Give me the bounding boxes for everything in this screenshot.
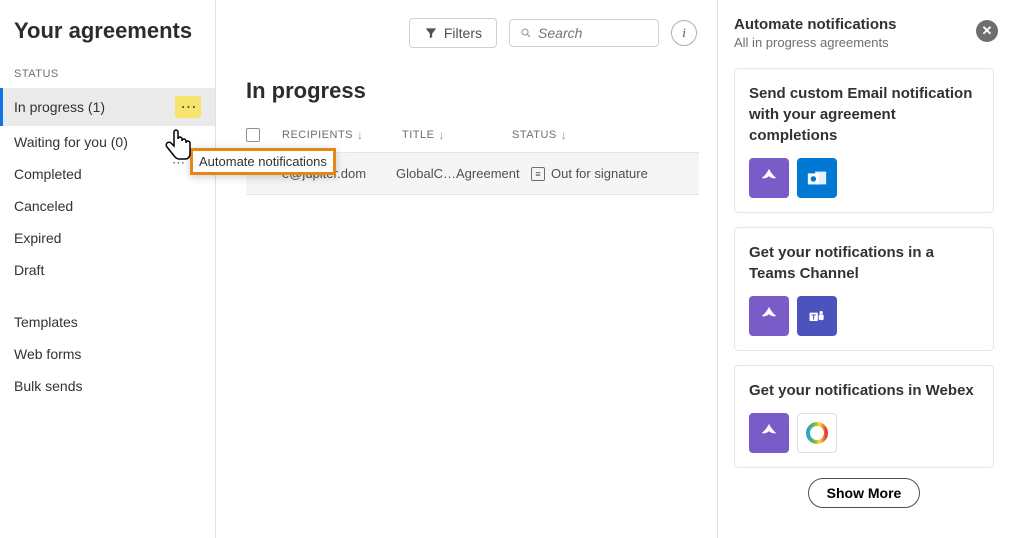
main-content: Filters i In progress RECIPIENTS↓ TITLE↓… bbox=[216, 0, 717, 538]
popup-more-icon: ⋯ bbox=[172, 155, 185, 171]
close-icon[interactable]: ✕ bbox=[976, 20, 998, 42]
cell-status: ≡ Out for signature bbox=[531, 166, 648, 181]
section-heading: In progress bbox=[246, 78, 699, 104]
popup-automate-notifications[interactable]: Automate notifications bbox=[190, 148, 336, 175]
filter-icon bbox=[424, 26, 438, 40]
col-recipients[interactable]: RECIPIENTS↓ bbox=[282, 128, 402, 142]
cell-type: Agreement bbox=[456, 166, 531, 181]
notifications-panel: ✕ Automate notifications All in progress… bbox=[717, 0, 1010, 538]
sidebar-item-canceled[interactable]: Canceled bbox=[0, 190, 215, 222]
card-title: Send custom Email notification with your… bbox=[749, 83, 979, 146]
sidebar-item-draft[interactable]: Draft bbox=[0, 254, 215, 286]
sidebar-item-waiting[interactable]: Waiting for you (0) bbox=[0, 126, 215, 158]
sidebar-item-templates[interactable]: Templates bbox=[0, 306, 215, 338]
cell-title: GlobalC… bbox=[396, 166, 456, 181]
show-more-button[interactable]: Show More bbox=[808, 478, 921, 508]
sort-icon: ↓ bbox=[561, 128, 568, 142]
card-teams[interactable]: Get your notifications in a Teams Channe… bbox=[734, 227, 994, 351]
card-webex[interactable]: Get your notifications in Webex bbox=[734, 365, 994, 468]
sidebar-item-label: In progress (1) bbox=[14, 99, 105, 115]
acrobat-icon bbox=[749, 413, 789, 453]
more-icon[interactable]: ⋯ bbox=[175, 96, 201, 118]
panel-title: Automate notifications bbox=[734, 16, 994, 33]
select-all-checkbox[interactable] bbox=[246, 128, 260, 142]
sidebar: Your agreements STATUS In progress (1) ⋯… bbox=[0, 0, 216, 538]
search-icon bbox=[520, 26, 532, 40]
page-title: Your agreements bbox=[0, 0, 215, 64]
status-section-label: STATUS bbox=[0, 64, 215, 88]
col-title[interactable]: TITLE↓ bbox=[402, 128, 512, 142]
col-status[interactable]: STATUS↓ bbox=[512, 128, 662, 142]
search-input-wrap[interactable] bbox=[509, 19, 659, 47]
document-icon: ≡ bbox=[531, 167, 545, 181]
teams-icon: T bbox=[797, 296, 837, 336]
outlook-icon bbox=[797, 158, 837, 198]
acrobat-icon bbox=[749, 158, 789, 198]
sort-icon: ↓ bbox=[357, 128, 364, 142]
sidebar-item-bulksends[interactable]: Bulk sends bbox=[0, 370, 215, 402]
sidebar-item-in-progress[interactable]: In progress (1) ⋯ bbox=[0, 88, 215, 126]
acrobat-icon bbox=[749, 296, 789, 336]
webex-icon bbox=[797, 413, 837, 453]
sidebar-item-webforms[interactable]: Web forms bbox=[0, 338, 215, 370]
card-title: Get your notifications in Webex bbox=[749, 380, 979, 401]
svg-text:T: T bbox=[811, 312, 816, 321]
info-icon[interactable]: i bbox=[671, 20, 697, 46]
filters-button[interactable]: Filters bbox=[409, 18, 497, 48]
card-title: Get your notifications in a Teams Channe… bbox=[749, 242, 979, 284]
panel-subtitle: All in progress agreements bbox=[734, 35, 994, 50]
sidebar-item-expired[interactable]: Expired bbox=[0, 222, 215, 254]
card-email[interactable]: Send custom Email notification with your… bbox=[734, 68, 994, 213]
sort-icon: ↓ bbox=[438, 128, 445, 142]
search-input[interactable] bbox=[538, 25, 648, 41]
